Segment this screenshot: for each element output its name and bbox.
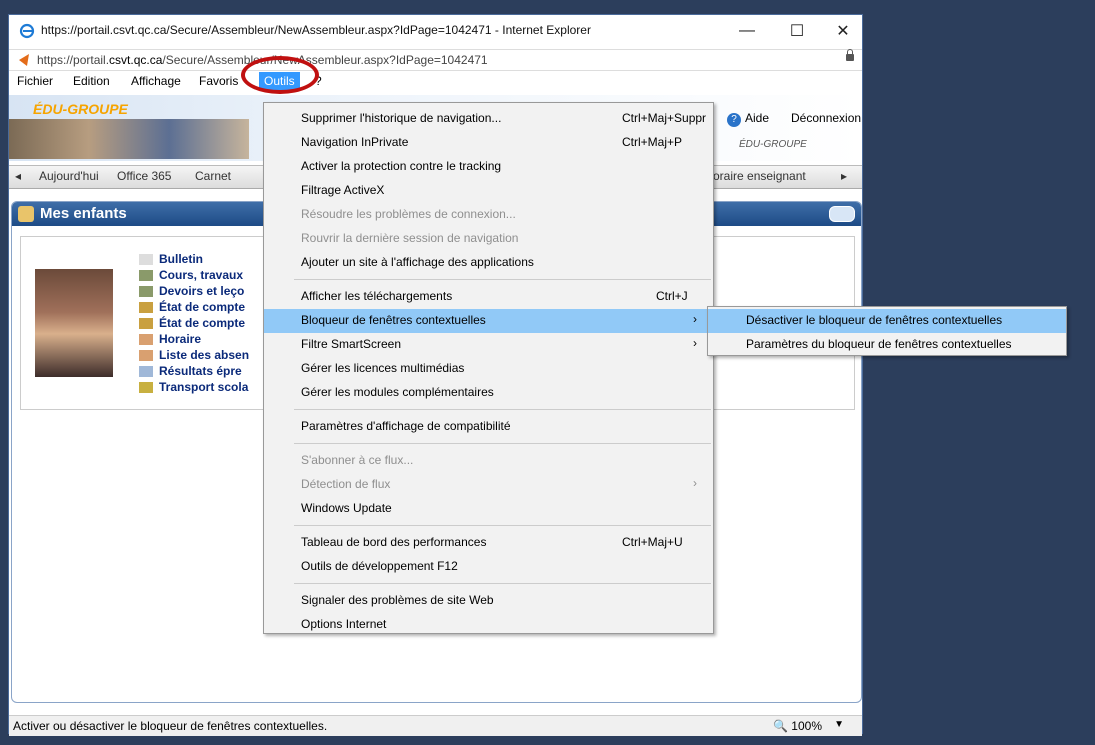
popup-blocker-submenu: Désactiver le bloqueur de fenêtres conte… bbox=[707, 306, 1067, 356]
menu-item-activex-filtering[interactable]: Filtrage ActiveX bbox=[264, 179, 713, 203]
menu-affichage[interactable]: Affichage bbox=[131, 74, 181, 88]
link-cours-travaux[interactable]: Cours, travaux bbox=[139, 267, 249, 283]
menu-favoris[interactable]: Favoris bbox=[199, 74, 238, 88]
menu-separator bbox=[294, 279, 711, 280]
menu-item-windows-update[interactable]: Windows Update bbox=[264, 497, 713, 521]
menu-edition[interactable]: Edition bbox=[73, 74, 110, 88]
children-icon bbox=[18, 206, 34, 222]
link-etat-de-compte-2[interactable]: État de compte bbox=[139, 315, 249, 331]
tabs-scroll-right[interactable]: ▸ bbox=[841, 169, 847, 183]
books-icon bbox=[139, 285, 153, 297]
tools-menu: Supprimer l'historique de navigation... C… bbox=[263, 102, 714, 634]
menu-item-inprivate[interactable]: Navigation InPrivate Ctrl+Maj+P bbox=[264, 131, 713, 155]
internet-explorer-icon bbox=[19, 23, 35, 39]
menu-item-smartscreen[interactable]: Filtre SmartScreen › bbox=[264, 333, 713, 357]
link-etat-de-compte-1[interactable]: État de compte bbox=[139, 299, 249, 315]
tab-carnet[interactable]: Carnet bbox=[195, 169, 231, 183]
title-bar: https://portail.csvt.qc.ca/Secure/Assemb… bbox=[9, 15, 862, 47]
menu-item-add-site-apps[interactable]: Ajouter un site à l'affichage des applic… bbox=[264, 251, 713, 275]
menu-item-fix-connection: Résoudre les problèmes de connexion... bbox=[301, 207, 516, 221]
window-title: https://portail.csvt.qc.ca/Secure/Assemb… bbox=[41, 23, 591, 37]
help-icon: ? bbox=[727, 113, 741, 127]
link-transport-scolaire[interactable]: Transport scola bbox=[139, 379, 249, 395]
help-link[interactable]: ? Aide bbox=[727, 111, 769, 127]
submenu-arrow-icon: › bbox=[693, 312, 697, 326]
menu-item-report-site-problems[interactable]: Signaler des problèmes de site Web bbox=[264, 589, 713, 613]
document-icon bbox=[139, 365, 153, 377]
document-icon bbox=[139, 253, 153, 265]
menu-separator bbox=[294, 583, 711, 584]
bus-icon bbox=[139, 381, 153, 393]
tab-office-365[interactable]: Office 365 bbox=[117, 169, 171, 183]
tabs-scroll-left[interactable]: ◂ bbox=[15, 169, 21, 183]
tab-aujourdhui[interactable]: Aujourd'hui bbox=[39, 169, 99, 183]
edu-groupe-logo: ÉDU-GROUPE bbox=[33, 101, 128, 117]
link-liste-absences[interactable]: Liste des absen bbox=[139, 347, 249, 363]
menu-item-f12-tools[interactable]: Outils de développement F12 bbox=[264, 555, 713, 579]
banner-photo bbox=[9, 119, 249, 159]
menu-item-compatibility-view[interactable]: Paramètres d'affichage de compatibilité bbox=[264, 415, 713, 439]
menu-item-manage-addons[interactable]: Gérer les modules complémentaires bbox=[264, 381, 713, 405]
menu-item-tracking-protection[interactable]: Activer la protection contre le tracking bbox=[264, 155, 713, 179]
submenu-item-popup-blocker-settings[interactable]: Paramètres du bloqueur de fenêtres conte… bbox=[708, 333, 1066, 357]
link-devoirs[interactable]: Devoirs et leço bbox=[139, 283, 249, 299]
books-icon bbox=[139, 269, 153, 281]
edu-groupe-small-logo: ÉDU-GROUPE bbox=[739, 139, 807, 150]
people-icon bbox=[139, 317, 153, 329]
logout-link[interactable]: Déconnexion bbox=[791, 111, 861, 125]
child-links: Bulletin Cours, travaux Devoirs et leço … bbox=[139, 251, 249, 395]
menu-separator bbox=[294, 409, 711, 410]
menu-item-delete-history[interactable]: Supprimer l'historique de navigation... C… bbox=[264, 107, 713, 131]
link-horaire[interactable]: Horaire bbox=[139, 331, 249, 347]
minimize-button[interactable]: — bbox=[727, 17, 767, 45]
menu-bar: Fichier Edition Affichage Favoris Outils… bbox=[9, 71, 862, 93]
child-photo bbox=[35, 269, 113, 377]
menu-item-feed-discovery: Détection de flux › bbox=[301, 476, 697, 491]
close-button[interactable]: ✕ bbox=[823, 17, 863, 45]
highlight-circle bbox=[241, 56, 319, 94]
address-bar[interactable]: https://portail.csvt.qc.ca/Secure/Assemb… bbox=[9, 49, 862, 71]
panel-options-button[interactable] bbox=[829, 206, 855, 222]
site-favicon-icon bbox=[19, 54, 29, 66]
menu-item-popup-blocker[interactable]: Bloqueur de fenêtres contextuelles › bbox=[264, 309, 713, 333]
menu-item-internet-options[interactable]: Options Internet bbox=[264, 613, 713, 637]
calendar-icon bbox=[139, 349, 153, 361]
lock-icon bbox=[846, 49, 854, 61]
maximize-button[interactable]: ☐ bbox=[777, 17, 817, 45]
zoom-level[interactable]: 🔍 100% bbox=[773, 719, 822, 733]
submenu-item-disable-popup-blocker[interactable]: Désactiver le bloqueur de fenêtres conte… bbox=[708, 309, 1066, 333]
people-icon bbox=[139, 301, 153, 313]
status-bar: Activer ou désactiver le bloqueur de fen… bbox=[9, 715, 862, 736]
link-resultats-epreuves[interactable]: Résultats épre bbox=[139, 363, 249, 379]
menu-separator bbox=[294, 525, 711, 526]
tab-horaire-enseignant[interactable]: oraire enseignant bbox=[713, 169, 806, 183]
menu-item-downloads[interactable]: Afficher les téléchargements Ctrl+J bbox=[264, 285, 713, 309]
submenu-arrow-icon: › bbox=[693, 476, 697, 490]
menu-item-reopen-session: Rouvrir la dernière session de navigatio… bbox=[301, 231, 519, 245]
menu-item-subscribe-feed: S'abonner à ce flux... bbox=[301, 453, 414, 467]
panel-title: Mes enfants bbox=[40, 205, 127, 222]
submenu-arrow-icon: › bbox=[693, 336, 697, 350]
menu-separator bbox=[294, 443, 711, 444]
menu-item-media-licenses[interactable]: Gérer les licences multimédias bbox=[264, 357, 713, 381]
zoom-dropdown-icon[interactable]: ▼ bbox=[834, 719, 844, 730]
menu-item-performance-dashboard[interactable]: Tableau de bord des performances Ctrl+Maj… bbox=[264, 531, 713, 555]
status-text: Activer ou désactiver le bloqueur de fen… bbox=[13, 719, 328, 733]
calendar-icon bbox=[139, 333, 153, 345]
link-bulletin[interactable]: Bulletin bbox=[139, 251, 249, 267]
menu-fichier[interactable]: Fichier bbox=[17, 74, 53, 88]
